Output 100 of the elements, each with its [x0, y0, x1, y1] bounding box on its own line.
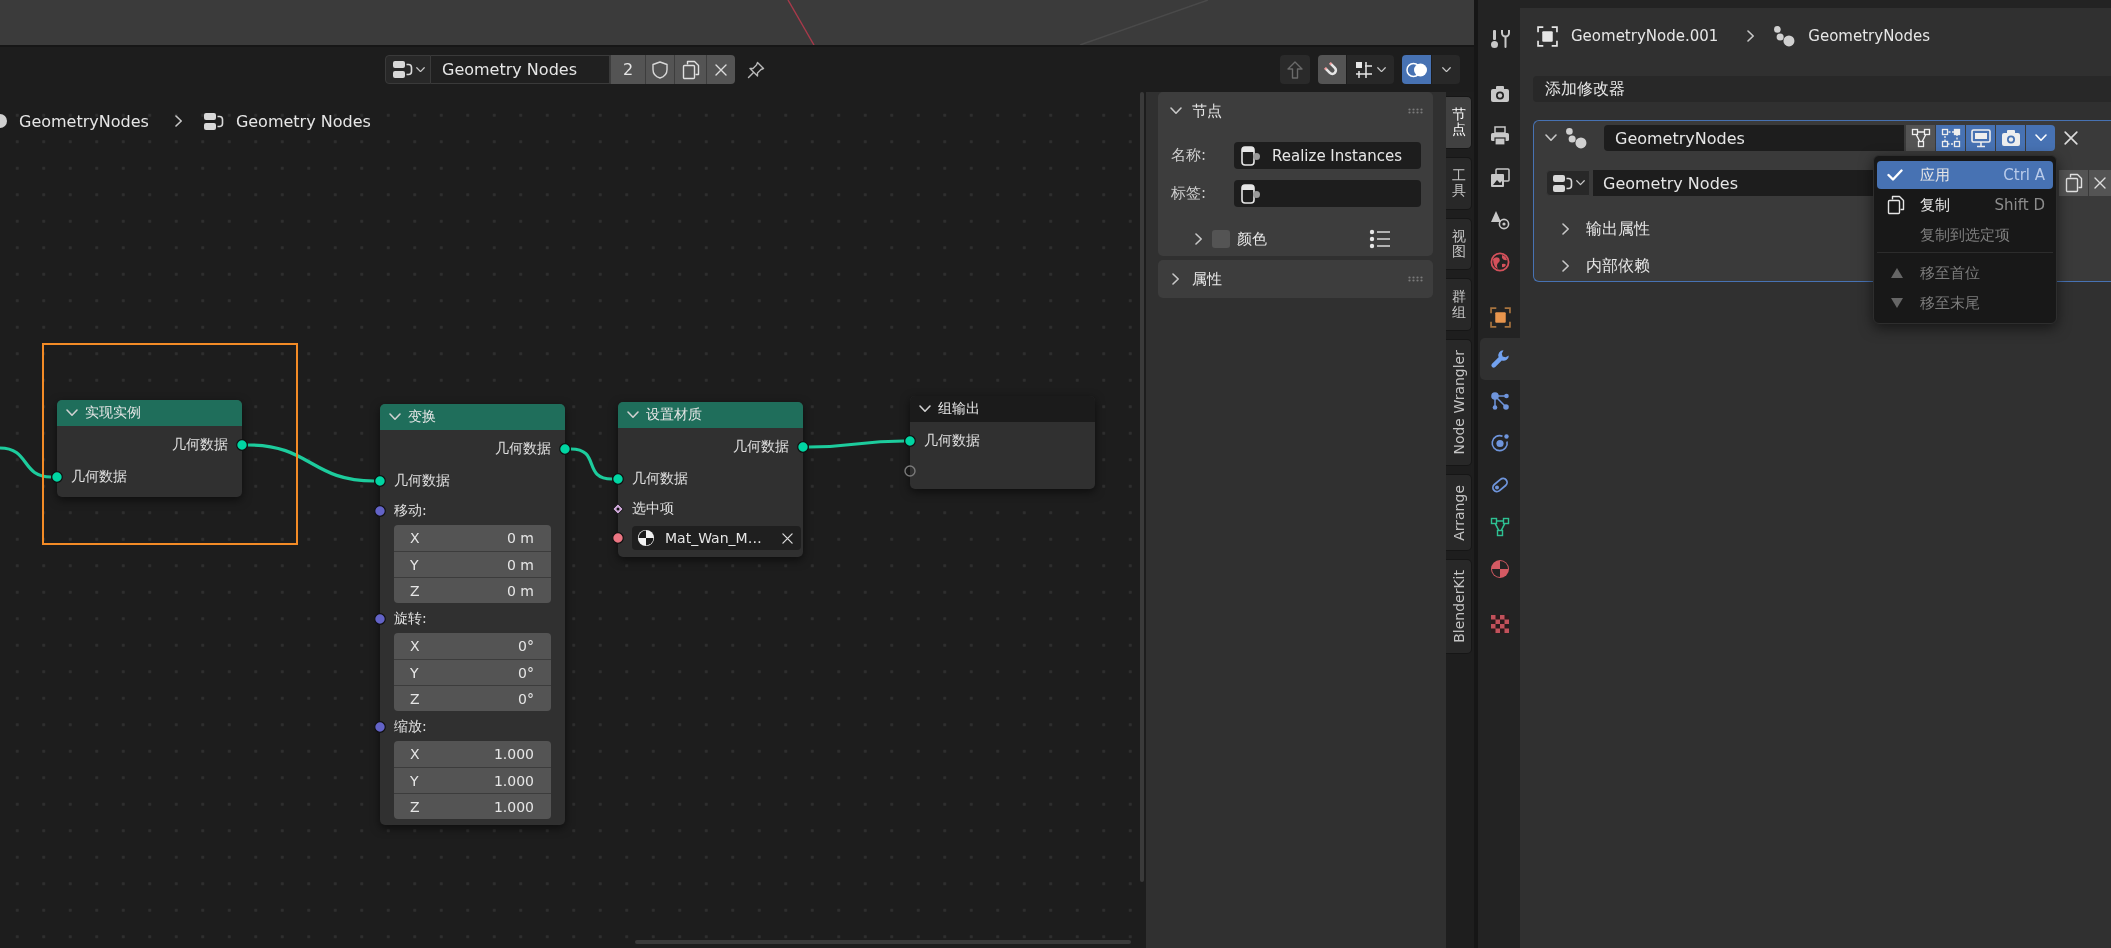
sidebar-tab[interactable]: 节点 [1446, 96, 1472, 149]
chevron-down-icon[interactable] [1545, 134, 1557, 142]
duplicate-button[interactable] [2059, 170, 2088, 196]
properties-tab[interactable] [1480, 338, 1520, 380]
chevron-right-icon[interactable] [1562, 260, 1570, 272]
text-field[interactable]: Realize Instances [1234, 142, 1421, 169]
name-field[interactable]: GeometryNodes [1604, 125, 1904, 151]
dropdown-button[interactable] [2026, 125, 2055, 151]
sidebar-tab[interactable]: 工具 [1446, 156, 1472, 210]
sidebar-tab[interactable]: BlenderKit [1446, 559, 1472, 655]
subpanel-title[interactable]: 输出属性 [1586, 218, 1650, 240]
axis-label: X [410, 638, 420, 654]
copy-icon [2064, 173, 2083, 193]
axis-label: Y [410, 556, 419, 573]
socket-label: 几何数据 [495, 440, 551, 458]
socket-icon[interactable] [612, 532, 624, 544]
chevron-down-icon [2034, 134, 2047, 142]
user-count-button[interactable]: 2 [610, 55, 645, 84]
breadcrumb-label: GeometryNode.001 [1571, 27, 1719, 45]
overlay-dropdown-button[interactable] [1432, 55, 1460, 84]
monitor-icon [1970, 128, 1991, 148]
axis-label: X [410, 530, 420, 546]
chevron-right-icon [1746, 30, 1754, 42]
empty-socket-icon[interactable] [904, 465, 916, 477]
node-title: 实现实例 [85, 404, 141, 422]
unlink-button[interactable] [2089, 170, 2111, 196]
node-icon [1241, 183, 1261, 204]
field-label: 标签: [1171, 184, 1208, 203]
parent-button[interactable] [1280, 55, 1310, 84]
add-modifier-button[interactable]: 添加修改器 [1533, 76, 2111, 102]
socket-icon[interactable] [904, 435, 916, 447]
toggle-button[interactable] [1936, 125, 1965, 151]
node[interactable]: 实现实例 几何数据 几何数据 [57, 400, 242, 497]
sidebar-tab[interactable]: 群组 [1446, 278, 1472, 332]
text-field[interactable] [1234, 180, 1421, 207]
duplicate-button[interactable] [674, 55, 706, 84]
toggle-button[interactable] [1906, 125, 1935, 151]
number-field[interactable]: X 0 m [394, 525, 551, 551]
chevron-right-icon[interactable] [1172, 273, 1180, 285]
close-icon[interactable] [2064, 131, 2078, 145]
sidebar-tab[interactable]: Node Wrangler [1446, 339, 1472, 466]
socket-label: 选中项 [632, 500, 674, 518]
axis-label: X [410, 746, 420, 762]
panel-title[interactable]: 节点 [1192, 101, 1222, 121]
chevron-down-icon [415, 66, 425, 73]
chevron-down-icon[interactable] [1170, 107, 1182, 115]
number-field[interactable]: X 0° [394, 633, 551, 659]
name-field[interactable]: Geometry Nodes [431, 55, 610, 84]
field-value: 0° [518, 638, 534, 654]
unlink-button[interactable] [706, 55, 735, 84]
field-value: 1.000 [493, 772, 534, 789]
close-icon[interactable] [781, 532, 793, 544]
breadcrumb-label: GeometryNodes [1808, 27, 1931, 45]
browse-button[interactable] [1546, 170, 1590, 196]
overlay-button[interactable] [1402, 55, 1431, 84]
node-title: 设置材质 [646, 406, 702, 424]
subpanel-title[interactable]: 内部依赖 [1586, 255, 1650, 277]
image-stack-icon [1490, 168, 1510, 188]
number-field[interactable]: Z 0° [394, 685, 551, 711]
socket-label: 几何数据 [632, 470, 688, 488]
node[interactable]: 组输出 几何数据 [910, 396, 1095, 489]
menu-item-label: 复制 [1920, 195, 1950, 215]
material-field[interactable]: Mat_Wan_M… [632, 526, 801, 550]
number-field[interactable]: X 1.000 [394, 741, 551, 767]
diamond-socket-icon[interactable] [612, 503, 624, 515]
number-field[interactable]: Z 0 m [394, 577, 551, 603]
pin-icon[interactable] [747, 60, 765, 79]
field-value: 0° [518, 690, 534, 707]
socket-icon[interactable] [559, 443, 571, 455]
snap-grid-button[interactable] [1347, 55, 1394, 84]
field-value: 1.000 [493, 798, 534, 815]
tools-icon [1490, 29, 1510, 49]
toggle-button[interactable] [1996, 125, 2025, 151]
chevron-down-icon[interactable] [919, 405, 931, 413]
number-field[interactable]: Y 0° [394, 659, 551, 685]
browse-button[interactable] [385, 55, 431, 84]
number-field[interactable]: Y 1.000 [394, 767, 551, 793]
sidebar-tab[interactable]: Arrange [1446, 473, 1472, 552]
copy-icon [681, 59, 700, 80]
fake-user-button[interactable] [645, 55, 674, 84]
list-icon[interactable] [1369, 229, 1391, 249]
socket-icon[interactable] [612, 473, 624, 485]
sidebar-tab[interactable]: 视图 [1446, 217, 1472, 271]
cone-sphere-icon [1490, 210, 1510, 230]
node[interactable]: 设置材质 几何数据 几何数据 选中项 Mat_Wan_M… [618, 402, 803, 557]
number-field[interactable]: Y 0 m [394, 551, 551, 577]
socket-icon[interactable] [51, 471, 63, 483]
sphere-icon [637, 529, 655, 547]
socket-icon[interactable] [797, 441, 809, 453]
panel-title[interactable]: 属性 [1192, 269, 1222, 289]
menu-item[interactable]: 应用 Ctrl A [1877, 161, 2053, 189]
node[interactable]: 变换 几何数据 几何数据 移动: X 0 m Y 0 m Z 0 m 旋转: X 0° Y 0° Z 0° 缩放: X 1.000 Y 1.000 Z 1.000 [380, 404, 565, 825]
snap-button[interactable] [1318, 55, 1346, 84]
chevron-right-icon[interactable] [1195, 233, 1203, 245]
toggle-button[interactable] [1966, 125, 1995, 151]
chevron-right-icon[interactable] [1562, 223, 1570, 235]
camera-icon [1490, 84, 1510, 104]
socket-icon[interactable] [374, 475, 386, 487]
number-field[interactable]: Z 1.000 [394, 793, 551, 819]
socket-icon[interactable] [236, 439, 248, 451]
